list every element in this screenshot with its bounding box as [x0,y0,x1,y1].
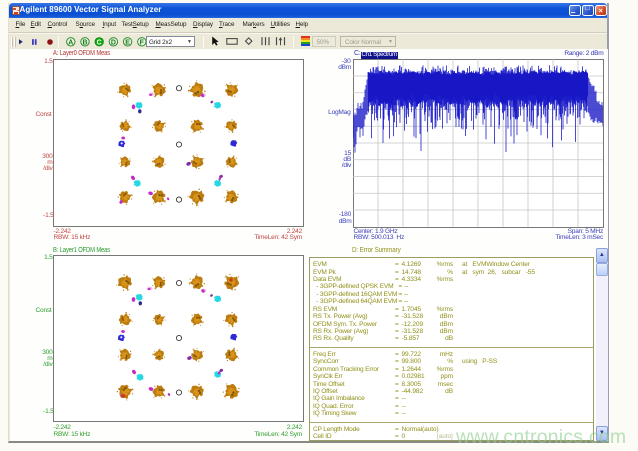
svg-text:C: C [97,39,102,46]
svg-text:F: F [140,39,145,46]
svg-text:A: A [68,39,73,46]
svg-text:B: B [82,39,87,46]
svg-text:D: D [111,39,116,46]
svg-text:E: E [125,39,130,46]
